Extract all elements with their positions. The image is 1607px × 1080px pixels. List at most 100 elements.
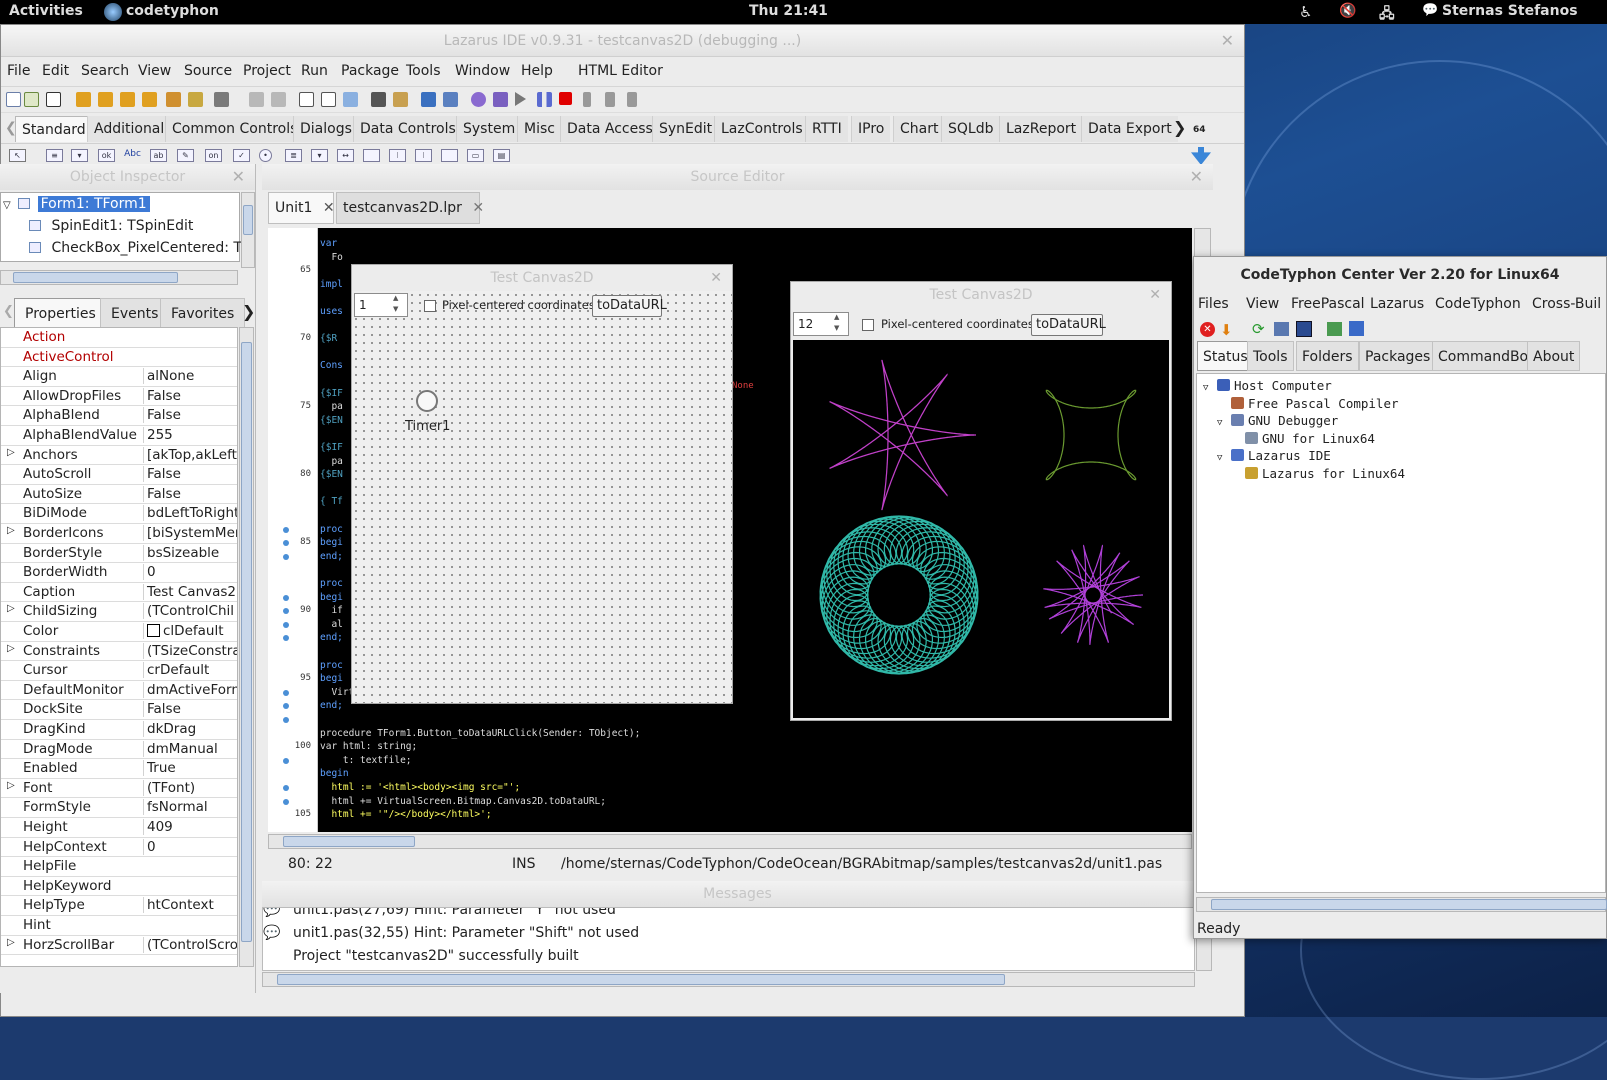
property-value[interactable]: 0 [143, 838, 237, 855]
property-row[interactable]: DragMode dmManual [1, 740, 237, 760]
property-row[interactable]: ▷ Constraints (TSizeConstra [1, 642, 237, 662]
property-row[interactable]: Caption Test Canvas2I [1, 583, 237, 603]
menu-tools[interactable]: Tools [406, 63, 441, 79]
property-value[interactable]: [akTop,akLeft] [143, 446, 237, 463]
menu-window[interactable]: Window [455, 63, 510, 79]
chevron-right-icon[interactable]: ▷ [7, 447, 15, 458]
property-row[interactable]: BorderWidth 0 [1, 563, 237, 583]
ctc-menu-lazarus[interactable]: Lazarus [1370, 296, 1424, 312]
panel-icon[interactable] [441, 149, 458, 162]
close-icon[interactable]: ✕ [1221, 25, 1234, 57]
clock[interactable]: Thu 21:41 [749, 3, 828, 19]
property-row[interactable]: BorderStyle bsSizeable [1, 544, 237, 564]
package-open-icon[interactable] [166, 92, 181, 107]
menu-file[interactable]: File [7, 63, 30, 79]
ctc-menu-crossbuild[interactable]: Cross-Buil [1532, 296, 1601, 312]
code-line[interactable]: {$R [320, 333, 337, 344]
tree-label-checkbox[interactable]: CheckBox_PixelCentered: TC [51, 240, 250, 256]
chevron-right-icon[interactable]: ▷ [7, 937, 15, 948]
pointer-tool-icon[interactable]: ↖ [9, 149, 26, 162]
download-arrow-icon[interactable] [1191, 147, 1211, 165]
pixel-centered-checkbox[interactable] [862, 319, 874, 331]
radiobutton-icon[interactable]: • [259, 149, 272, 162]
ctc-tree-item[interactable]: ▽ Host Computer [1203, 378, 1332, 393]
property-value[interactable]: Test Canvas2I [143, 583, 237, 600]
tab-data-access[interactable]: Data Access [560, 116, 659, 142]
mainmenu-icon[interactable]: ≡ [46, 149, 63, 162]
pause-icon[interactable] [537, 92, 552, 107]
code-line[interactable]: html += VirtualScreen.Bitmap.Canvas2D.to… [320, 796, 606, 807]
spinedit1[interactable]: 1 [354, 293, 408, 317]
executable-line-marker-icon[interactable] [283, 553, 289, 560]
executable-line-marker-icon[interactable] [283, 621, 289, 628]
tab-data-controls[interactable]: Data Controls [353, 116, 462, 142]
property-value[interactable]: dkDrag [143, 721, 237, 737]
open-icon[interactable] [76, 92, 91, 107]
executable-line-marker-icon[interactable] [283, 703, 289, 710]
window-titlebar[interactable]: Lazarus IDE v0.9.31 - testcanvas2D (debu… [1, 25, 1244, 57]
property-row[interactable]: AutoSize False [1, 485, 237, 505]
accessibility-icon[interactable]: ♿ [1299, 3, 1312, 21]
spinedit1[interactable]: 12 [793, 312, 849, 336]
chevron-right-icon[interactable]: ▷ [7, 643, 15, 654]
property-row[interactable]: Hint [1, 916, 237, 936]
close-icon[interactable]: ✕ [232, 164, 245, 190]
debug-icon[interactable] [421, 92, 436, 107]
property-row[interactable]: ▷ BorderIcons [biSystemMen [1, 524, 237, 544]
executable-line-marker-icon[interactable] [283, 540, 289, 547]
tree-row-form1[interactable]: ▽ Form1: TForm1 [1, 193, 150, 215]
property-row[interactable]: ▷ HorzScrollBar (TControlScro [1, 936, 237, 956]
options-icon[interactable] [393, 92, 408, 107]
code-line[interactable]: {$IF [320, 388, 343, 399]
code-line[interactable]: begi [320, 673, 343, 684]
code-line[interactable]: t: textfile; [320, 755, 412, 766]
code-line[interactable]: proc [320, 660, 343, 671]
scrollbar-icon[interactable]: ↔ [337, 149, 354, 162]
property-row[interactable]: HelpKeyword [1, 877, 237, 897]
property-row[interactable]: DockSite False [1, 700, 237, 720]
code-line[interactable]: html := '<html><body><img src="'; [320, 782, 520, 793]
executable-line-marker-icon[interactable] [283, 594, 289, 601]
property-row[interactable]: FormStyle fsNormal [1, 798, 237, 818]
code-line[interactable]: pa [320, 456, 342, 467]
property-value[interactable]: 409 [143, 819, 237, 835]
chevron-left-icon[interactable]: ❮ [3, 304, 14, 319]
property-row[interactable]: AlphaBlendValue 255 [1, 426, 237, 446]
codetyphon-center-title[interactable]: CodeTyphon Center Ver 2.20 for Linux64 [1194, 257, 1606, 293]
executable-line-marker-icon[interactable] [283, 689, 289, 696]
property-value[interactable]: False [143, 466, 237, 483]
ctc-menu-files[interactable]: Files [1198, 296, 1229, 312]
property-value[interactable]: (TSizeConstra [143, 642, 237, 659]
menu-edit[interactable]: Edit [42, 63, 69, 79]
property-value[interactable]: True [143, 760, 237, 777]
run-icon[interactable] [515, 92, 526, 106]
property-row[interactable]: DefaultMonitor dmActiveForm [1, 681, 237, 701]
code-line[interactable]: Fo [320, 252, 342, 263]
running-form-titlebar[interactable]: Test Canvas2D ✕ [791, 282, 1171, 308]
property-value[interactable]: 0 [143, 564, 237, 581]
watches-icon[interactable] [443, 92, 458, 107]
memo-component-icon[interactable]: ✎ [177, 149, 194, 162]
code-line[interactable]: var [320, 238, 337, 249]
code-line[interactable]: {$EN [320, 415, 343, 426]
tree-row-checkbox[interactable]: CheckBox_PixelCentered: TC [29, 237, 251, 259]
export-icon[interactable] [1327, 322, 1342, 336]
ctc-tree-item[interactable]: Lazarus for Linux64 [1231, 466, 1405, 481]
tab-standard[interactable]: Standard [15, 116, 93, 142]
close-icon[interactable]: ✕ [1190, 164, 1203, 190]
open-recent-icon[interactable] [214, 92, 229, 107]
view-forms-icon[interactable] [343, 92, 358, 107]
design-form-titlebar[interactable]: Test Canvas2D ✕ [352, 265, 732, 291]
tab-testcanvas2d-lpr[interactable]: testcanvas2D.lpr ✕ [336, 192, 484, 224]
property-row[interactable]: Color clDefault [1, 622, 237, 642]
menu-source[interactable]: Source [184, 63, 232, 79]
listbox-icon[interactable]: ≣ [285, 149, 302, 162]
ctc-tree-item[interactable]: Free Pascal Compiler [1217, 396, 1399, 411]
stop-icon[interactable]: ✕ [1200, 322, 1215, 337]
property-row[interactable]: Cursor crDefault [1, 661, 237, 681]
combobox-icon[interactable]: ▾ [311, 149, 328, 162]
menu-search[interactable]: Search [81, 63, 129, 79]
ctc-tab-commandbox[interactable]: CommandBox [1432, 341, 1542, 371]
code-line[interactable]: { Tf [320, 496, 343, 507]
property-row[interactable]: Height 409 [1, 818, 237, 838]
